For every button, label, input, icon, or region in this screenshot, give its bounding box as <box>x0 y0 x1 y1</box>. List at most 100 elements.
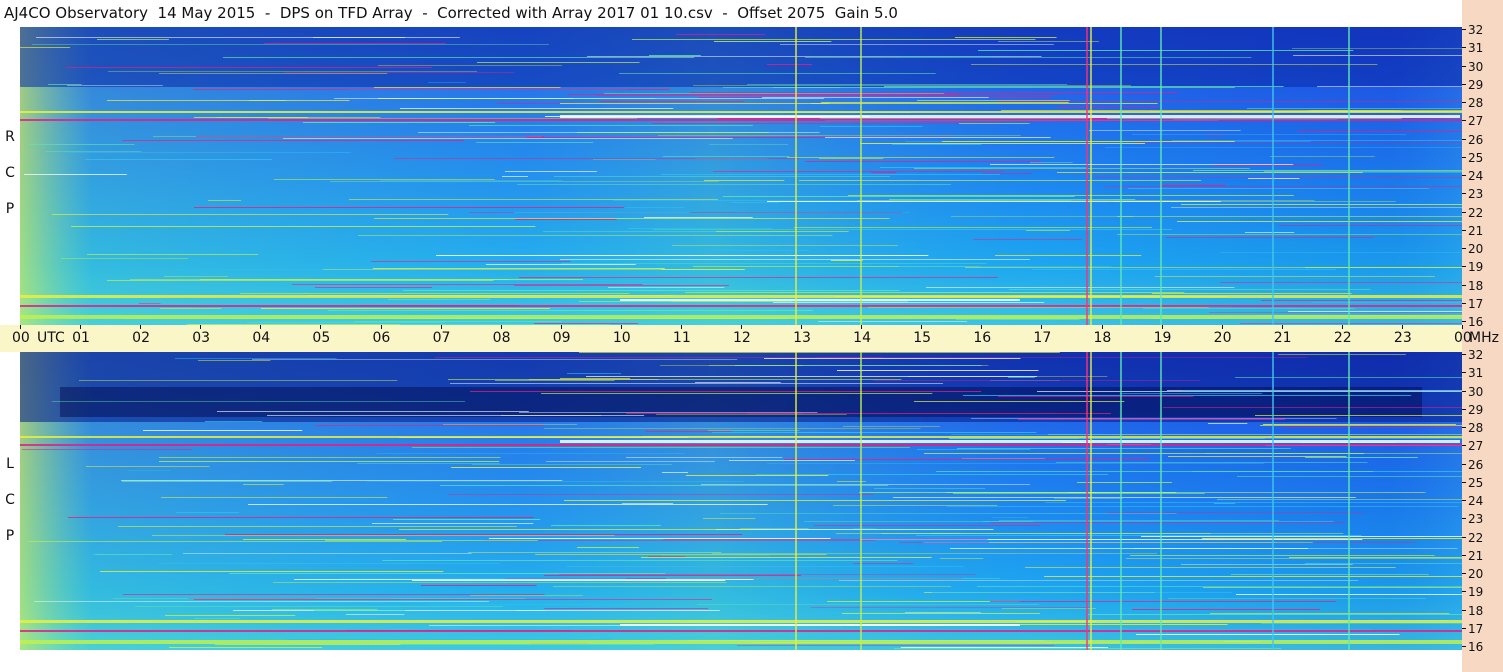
interference-line <box>85 159 272 160</box>
interference-line <box>164 276 229 277</box>
interference-line <box>1210 613 1450 614</box>
interference-line <box>693 85 1131 86</box>
interference-line <box>441 612 897 613</box>
interference-line <box>1279 225 1462 226</box>
interference-line <box>169 647 323 648</box>
interference-line <box>243 539 407 540</box>
interference-line <box>435 357 883 358</box>
interference-line <box>514 285 729 286</box>
interference-line <box>373 268 665 269</box>
interference-line <box>662 555 770 556</box>
interference-line <box>200 279 584 280</box>
pol-letter: L <box>6 456 14 472</box>
interference-line <box>443 424 578 425</box>
interference-line <box>376 453 685 454</box>
mhz-tick <box>1462 573 1466 574</box>
interference-line <box>544 428 921 429</box>
interference-line <box>233 610 720 611</box>
interference-line <box>1141 536 1462 537</box>
interference-line <box>264 43 446 44</box>
interference-line <box>992 517 1029 518</box>
mhz-tick <box>1462 427 1466 428</box>
interference-line <box>1079 438 1462 439</box>
interference-line <box>1214 503 1236 504</box>
spectrogram-svg <box>20 27 1462 325</box>
interference-line <box>811 607 1092 608</box>
interference-line <box>596 95 1058 96</box>
interference-line <box>175 358 337 359</box>
interference-line <box>515 219 617 220</box>
interference-line <box>1264 171 1462 172</box>
interference-line <box>737 645 1055 646</box>
interference-line <box>626 457 783 458</box>
interference-line <box>1037 391 1462 392</box>
interference-line <box>1247 108 1462 109</box>
utc-tick <box>440 325 442 329</box>
utc-tick <box>680 325 682 329</box>
interference-line <box>626 413 1111 414</box>
interference-line <box>1270 156 1375 157</box>
interference-line <box>196 136 545 137</box>
broadcast-band <box>20 630 1462 632</box>
interference-line <box>97 39 169 40</box>
interference-line <box>1120 393 1263 394</box>
interference-line <box>619 73 936 74</box>
interference-line <box>194 599 712 600</box>
interference-line <box>229 573 666 574</box>
interference-line <box>1107 118 1402 119</box>
interference-line <box>135 606 504 607</box>
interference-line <box>561 263 987 264</box>
interference-line <box>577 547 640 548</box>
interference-line <box>875 629 1372 630</box>
utc-tick-label: 01 <box>72 330 90 346</box>
interference-line <box>121 480 563 481</box>
mhz-tick <box>1462 554 1466 556</box>
interference-line <box>165 615 296 616</box>
interference-line <box>1155 276 1435 277</box>
interference-line <box>325 540 538 541</box>
interference-line <box>393 519 541 520</box>
utc-tick-label: 02 <box>132 330 150 346</box>
interference-line <box>807 314 887 315</box>
pol-letter: C <box>5 165 15 181</box>
interference-line <box>1008 377 1035 378</box>
interference-line <box>268 118 638 119</box>
interference-line <box>22 449 193 450</box>
interference-line <box>1107 201 1396 202</box>
interference-column <box>1120 352 1122 650</box>
utc-tick <box>380 325 382 329</box>
interference-line <box>394 158 800 159</box>
interference-line <box>842 613 1041 614</box>
interference-line <box>340 578 626 579</box>
utc-tick <box>1341 325 1343 329</box>
interference-line <box>240 293 630 294</box>
mhz-tick <box>1462 445 1466 447</box>
mhz-tick-label: 22 <box>1468 530 1484 545</box>
interference-line <box>819 158 884 159</box>
interference-line <box>1133 548 1458 549</box>
interference-line <box>663 539 988 540</box>
utc-tick-label: 14 <box>853 330 871 346</box>
interference-line <box>955 37 1057 38</box>
interference-line <box>1044 576 1462 577</box>
interference-line <box>374 218 890 219</box>
mhz-tick-label: 18 <box>1468 278 1484 293</box>
interference-line <box>905 612 981 613</box>
rcp-label: R C P <box>0 128 20 236</box>
utc-tick-label: 04 <box>252 330 271 346</box>
interference-line <box>371 261 571 262</box>
utc-tick-label: 11 <box>672 330 691 346</box>
interference-line <box>653 229 1173 230</box>
interference-line <box>1263 424 1456 425</box>
utc-tick-label: 00 <box>12 330 30 346</box>
interference-line <box>346 614 405 615</box>
interference-line <box>805 57 1252 58</box>
utc-tick-label: 08 <box>492 330 511 346</box>
utc-tick <box>1401 325 1403 329</box>
interference-line <box>1193 170 1462 171</box>
interference-line <box>560 103 830 104</box>
interference-line <box>956 319 1080 320</box>
interference-line <box>1181 564 1353 565</box>
interference-line <box>87 254 259 255</box>
interference-line <box>831 260 863 261</box>
